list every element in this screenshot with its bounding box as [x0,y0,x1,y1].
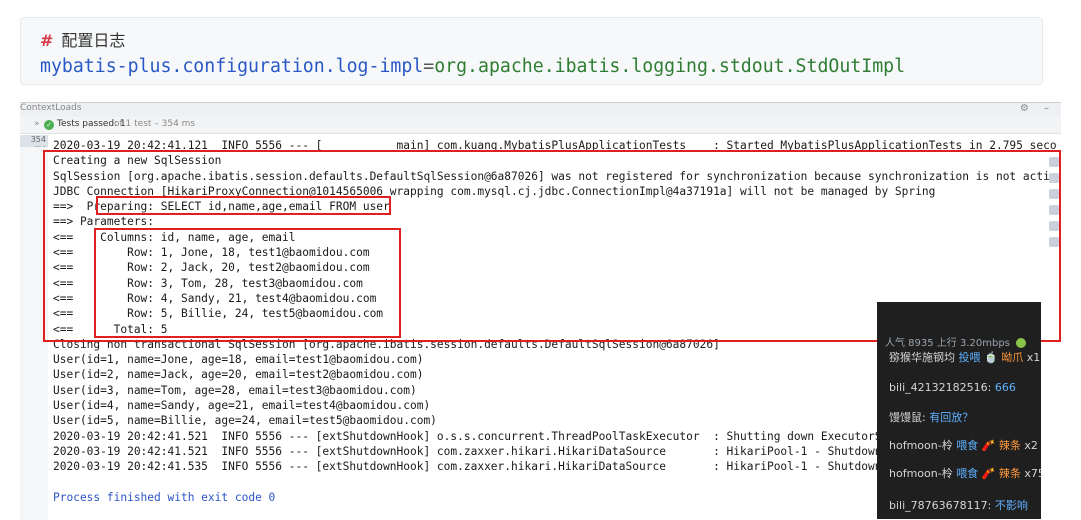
console-line: SqlSession [org.apache.ibatis.session.de… [53,169,1057,183]
danmaku-gift: 🧨 辣条 [978,439,1025,452]
danmaku-gift-count: x75 [1024,467,1041,480]
code-block: # 配置日志 mybatis-plus.configuration.log-imp… [20,17,1043,85]
danmaku-gift-count: x2 [1024,439,1038,452]
danmaku-gift: 🧨 辣条 [978,467,1025,480]
console-gutter [20,147,48,520]
danmaku-text: 666 [994,381,1016,394]
run-tab-label[interactable]: ContextLoads [20,103,82,113]
console-line: <== Columns: id, name, age, email [53,230,296,244]
danmaku-user: bili_42132182516: [889,381,995,394]
danmaku-text: 喂食 [956,467,979,480]
danmaku-message: hofmoon-柃 喂食 🧨 辣条 x2 [889,437,1038,453]
chevron-right-icon[interactable]: » [34,119,40,129]
comment-text: 配置日志 [61,31,126,50]
danmaku-message: bili_78763678117: 不影响 [889,497,1028,513]
console-line: <== Row: 2, Jack, 20, test2@baomidou.com [53,261,370,275]
config-line: mybatis-plus.configuration.log-impl=org.… [40,56,905,77]
print-icon[interactable] [1049,189,1059,199]
stream-status: 人气 8935 上行 3.20mbps [885,334,1026,349]
danmaku-message: 馒馒鼠: 有回放？ [889,409,973,425]
danmaku-message: 猕猴华施钢均 投喂 🍵 呦爪 x1 [889,349,1040,365]
console-line: Creating a new SqlSession [53,154,222,168]
wrap-icon[interactable] [1049,157,1059,167]
danmaku-text: 投喂 [958,351,981,364]
danmaku-user: hofmoon-柃 [889,467,957,480]
ide-topbar: ContextLoads ⚙ – [20,103,1061,117]
console-line: <== Row: 3, Tom, 28, test3@baomidou.com [53,276,363,290]
console-line: <== Row: 1, Jone, 18, test1@baomidou.com [53,246,370,260]
test-status-detail: of 1 test – 354 ms [114,119,196,129]
danmaku-text: 有回放？ [929,411,974,424]
pin-icon[interactable] [1049,221,1059,231]
test-duration-badge: 354 ms [20,135,48,153]
console-toolbar [1047,151,1061,351]
danmaku-gift-count: x1 [1026,351,1041,364]
danmaku-user: 馒馒鼠: [889,411,930,424]
danmaku-user: 猕猴华施钢均 [889,351,959,364]
danmaku-message: bili_42132182516: 666 [889,381,1016,394]
scroll-to-end-icon[interactable] [1049,173,1059,183]
danmaku-text: 不影响 [994,499,1028,512]
test-status-bar: » ✓ Tests passed: 1 of 1 test – 354 ms [20,117,1061,134]
panel-controls[interactable]: ⚙ – [1020,103,1055,114]
danmaku-text: 喂食 [956,439,979,452]
console-line: 2020-03-19 20:42:41.121 INFO 5556 --- [ … [53,139,1057,152]
live-status-icon [1015,338,1026,348]
config-value: org.apache.ibatis.logging.stdout.StdOutI… [434,56,906,77]
danmaku-overlay: 人气 8935 上行 3.20mbps 猕猴华施钢均 投喂 🍵 呦爪 x1 bil… [877,302,1041,519]
danmaku-message: hofmoon-柃 喂食 🧨 辣条 x75 [889,465,1041,481]
config-key: mybatis-plus.configuration.log-impl [40,56,424,77]
delete-icon[interactable] [1049,237,1059,247]
console-line: ==> Parameters: [53,215,161,229]
console-line: ==> Preparing: SELECT id,name,age,email … [53,200,390,214]
danmaku-user: bili_78763678117: [889,499,995,512]
check-icon: ✓ [44,120,54,130]
comment-hash: # [40,31,54,50]
danmaku-gift: 🍵 呦爪 [980,351,1027,364]
danmaku-user: hofmoon-柃 [889,439,957,452]
code-comment: # 配置日志 [40,27,125,51]
clear-icon[interactable] [1049,205,1059,215]
config-eq: = [423,56,435,77]
console-line: JDBC Connection [HikariProxyConnection@1… [53,184,936,198]
